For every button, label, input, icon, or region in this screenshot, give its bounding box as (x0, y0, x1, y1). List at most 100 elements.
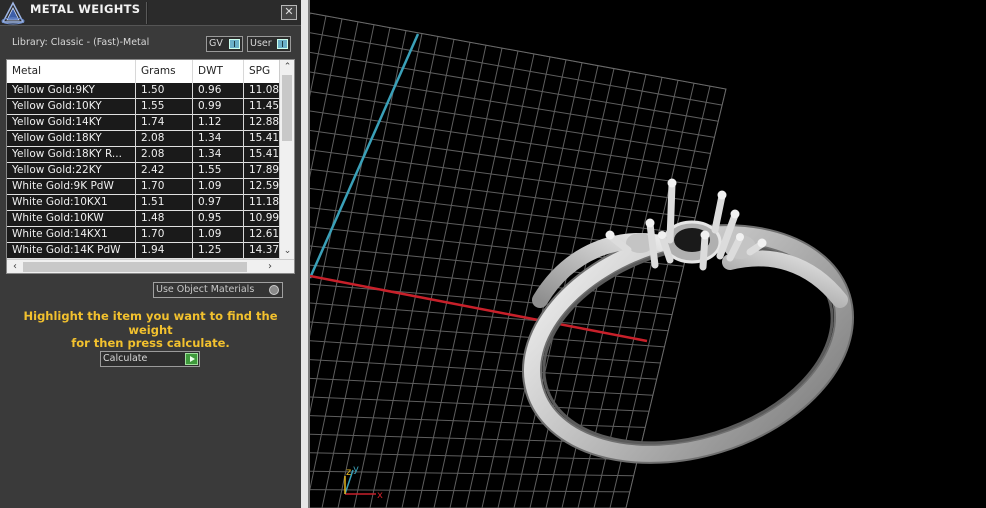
column-divider (135, 60, 136, 260)
cell-dwt: 1.34 (198, 132, 222, 144)
grid-line (310, 374, 653, 396)
grid-line (310, 317, 665, 348)
cell-grams: 2.42 (141, 164, 165, 176)
column-divider (243, 60, 244, 260)
cell-spg: 12.61 (249, 228, 280, 240)
triangle-logo-icon (1, 1, 25, 25)
cell-metal: White Gold:14K PdW (12, 244, 121, 256)
cell-grams: 1.51 (141, 196, 165, 208)
title-bar: METAL WEIGHTS ✕ (0, 0, 301, 26)
grid-line (310, 412, 646, 428)
table-row[interactable]: Yellow Gold:9KY 1.50 0.96 11.08 (7, 83, 279, 99)
scroll-up-icon[interactable]: ⌃ (280, 60, 294, 74)
cell-dwt: 0.99 (198, 100, 222, 112)
table-row[interactable]: Yellow Gold:18KY R... 2.08 1.34 15.41 (7, 147, 279, 163)
horizontal-scroll-thumb[interactable] (23, 262, 247, 272)
cell-spg: 10.99 (249, 212, 280, 224)
cell-metal: White Gold:9K PdW (12, 180, 114, 192)
cell-metal: Yellow Gold:18KY (12, 132, 102, 144)
grid-line (310, 50, 719, 122)
panel-splitter[interactable] (301, 0, 308, 508)
window-title: METAL WEIGHTS (30, 2, 141, 16)
table-row[interactable]: Yellow Gold:10KY 1.55 0.99 11.45 (7, 99, 279, 115)
table-row[interactable]: Yellow Gold:14KY 1.74 1.12 12.88 (7, 115, 279, 131)
calculate-button[interactable]: Calculate (100, 351, 200, 367)
cell-metal: Yellow Gold:14KY (12, 116, 102, 128)
cell-dwt: 1.09 (198, 180, 222, 192)
cell-dwt: 1.12 (198, 116, 222, 128)
cell-dwt: 1.09 (198, 228, 222, 240)
checkbox-icon (277, 39, 288, 49)
column-header-spg[interactable]: SPG (249, 65, 270, 77)
table-header: Metal Grams DWT SPG (7, 60, 279, 83)
cell-grams: 1.55 (141, 100, 165, 112)
cell-spg: 11.08 (249, 84, 280, 96)
cell-spg: 12.88 (249, 116, 280, 128)
scroll-down-icon[interactable]: ⌄ (280, 244, 294, 258)
help-text: Highlight the item you want to find the … (0, 309, 301, 351)
ring-model[interactable] (505, 178, 872, 491)
3d-viewport[interactable]: x y z (310, 0, 986, 508)
cell-grams: 1.74 (141, 116, 165, 128)
cell-spg: 12.59 (249, 180, 280, 192)
viewport-canvas[interactable]: x y z (310, 0, 986, 508)
column-header-grams[interactable]: Grams (141, 65, 176, 77)
cell-metal: Yellow Gold:9KY (12, 84, 95, 96)
cell-spg: 11.18 (249, 196, 280, 208)
scroll-right-icon[interactable]: › (263, 260, 277, 273)
cell-dwt: 1.25 (198, 244, 222, 256)
scroll-left-icon[interactable]: ‹ (8, 260, 22, 273)
cell-dwt: 0.97 (198, 196, 222, 208)
cell-grams: 1.48 (141, 212, 165, 224)
column-header-metal[interactable]: Metal (12, 65, 41, 77)
vertical-scroll-thumb[interactable] (282, 75, 292, 141)
construction-grid (310, 13, 726, 508)
table-row[interactable]: White Gold:9K PdW 1.70 1.09 12.59 (7, 179, 279, 195)
cell-dwt: 1.34 (198, 148, 222, 160)
user-toggle-label: User (250, 38, 272, 49)
cell-metal: White Gold:14KX1 (12, 228, 108, 240)
cell-spg: 11.45 (249, 100, 280, 112)
cell-spg: 14.37 (249, 244, 280, 256)
cell-grams: 1.70 (141, 228, 165, 240)
cell-metal: Yellow Gold:10KY (12, 100, 102, 112)
app-root: METAL WEIGHTS ✕ Library: Classic - (Fast… (0, 0, 986, 508)
axis-label-z: z (346, 467, 351, 478)
use-object-materials-label: Use Object Materials (156, 284, 255, 295)
gv-toggle-label: GV (209, 38, 223, 49)
axis-label-y: y (353, 464, 359, 475)
table-row[interactable]: Yellow Gold:22KY 2.42 1.55 17.89 (7, 163, 279, 179)
play-arrow-icon (185, 353, 198, 365)
user-toggle[interactable]: User (247, 36, 291, 52)
table-row[interactable]: White Gold:10KX1 1.51 0.97 11.18 (7, 195, 279, 211)
cell-dwt: 1.55 (198, 164, 222, 176)
grid-line (310, 31, 723, 106)
title-separator (146, 2, 148, 24)
cell-spg: 15.41 (249, 132, 280, 144)
help-text-line-2: for then press calculate. (71, 336, 230, 350)
use-object-materials-toggle[interactable]: Use Object Materials (153, 282, 283, 298)
radio-icon (269, 285, 279, 295)
column-header-dwt[interactable]: DWT (198, 65, 223, 77)
grid-line (310, 164, 696, 219)
cell-metal: Yellow Gold:18KY R... (12, 148, 122, 160)
cell-metal: White Gold:10KW (12, 212, 104, 224)
cell-spg: 17.89 (249, 164, 280, 176)
horizontal-scrollbar[interactable]: ‹ › (7, 259, 294, 273)
close-icon[interactable]: ✕ (281, 5, 297, 20)
grid-line (310, 69, 715, 138)
vertical-scrollbar[interactable]: ⌃ ⌄ (279, 60, 294, 259)
gv-toggle[interactable]: GV (206, 36, 243, 52)
table-row[interactable]: White Gold:14K PdW 1.94 1.25 14.37 (7, 243, 279, 259)
checkbox-icon (229, 39, 240, 49)
cell-metal: White Gold:10KX1 (12, 196, 108, 208)
help-text-line-1: Highlight the item you want to find the … (23, 309, 278, 337)
metal-table[interactable]: Metal Grams DWT SPG Yellow Gold:9KY 1.50… (6, 59, 295, 274)
cell-dwt: 0.96 (198, 84, 222, 96)
grid-line (310, 183, 692, 235)
axis-label-x: x (377, 490, 383, 501)
table-row[interactable]: White Gold:14KX1 1.70 1.09 12.61 (7, 227, 279, 243)
cell-grams: 1.70 (141, 180, 165, 192)
table-row[interactable]: White Gold:10KW 1.48 0.95 10.99 (7, 211, 279, 227)
table-row[interactable]: Yellow Gold:18KY 2.08 1.34 15.41 (7, 131, 279, 147)
